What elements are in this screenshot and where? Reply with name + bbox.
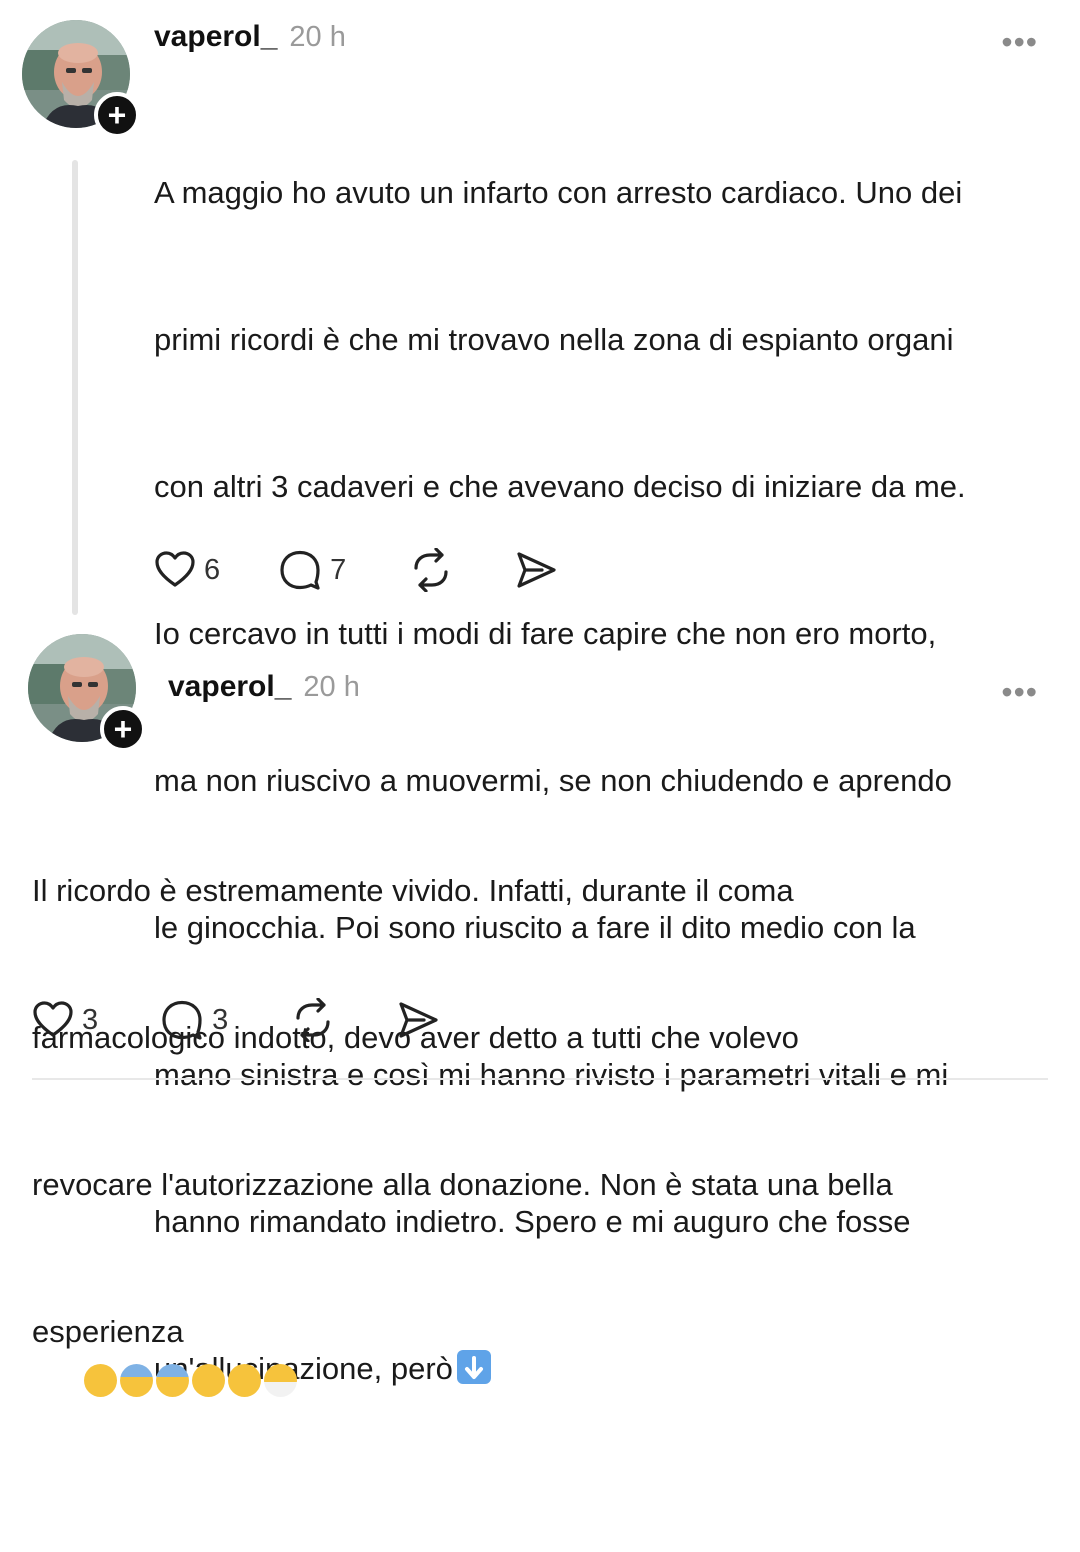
post-line-last: esperienza [32,1307,893,1454]
face-with-medical-mask-emoji [263,1364,297,1397]
avatar-container[interactable]: + [28,634,146,752]
repost-icon [296,998,330,1042]
fearful-face-emoji [119,1364,153,1397]
share-button[interactable] [396,999,440,1041]
timestamp: 20 h [303,671,360,703]
post-line: esperienza [32,1314,184,1349]
follow-button[interactable]: + [100,706,146,752]
send-icon [399,1002,438,1038]
astonished-face-emoji [191,1364,225,1397]
more-options-icon[interactable]: ••• [1001,676,1038,708]
reply-button[interactable]: 3 [160,999,228,1041]
comment-icon [162,1000,202,1040]
like-button[interactable]: 3 [32,999,98,1041]
post-header: vaperol_ 20 h [168,670,360,704]
thread-post: + vaperol_ 20 h ••• Il ricordo è estrema… [0,0,1080,1397]
username[interactable]: vaperol_ [168,670,291,704]
post-line: Il ricordo è estremamente vivido. Infatt… [32,873,794,908]
like-count: 3 [82,1003,99,1036]
reply-count: 3 [212,1003,229,1036]
flushed-face-emoji [227,1364,261,1397]
fearful-face-emoji [155,1364,189,1397]
post-divider [32,1078,1048,1080]
repost-button[interactable] [290,998,336,1042]
post-line: revocare l'autorizzazione alla donazione… [32,1167,893,1202]
post-body: Il ricordo è estremamente vivido. Infatt… [32,768,893,1552]
action-bar: 3 3 [32,998,440,1042]
heart-icon [33,1001,73,1037]
thinking-face-emoji [83,1364,117,1397]
